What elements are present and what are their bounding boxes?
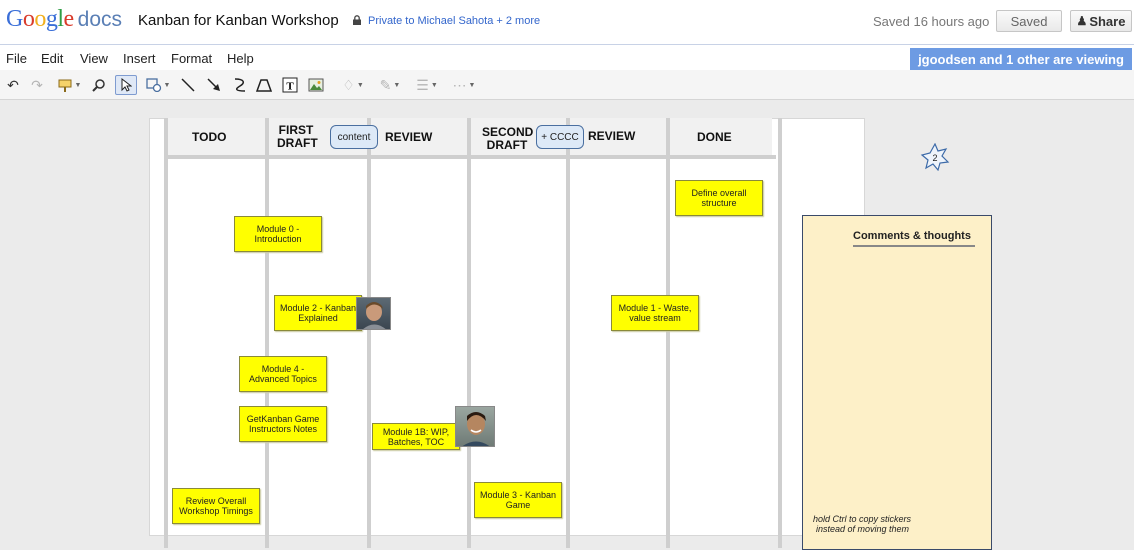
menu-help[interactable]: Help xyxy=(227,51,254,66)
column-header-line: DRAFT xyxy=(486,138,528,152)
zoom-icon[interactable] xyxy=(90,75,108,95)
sticky-note[interactable]: Module 2 - Kanban Explained xyxy=(274,295,362,331)
share-button-label: Share xyxy=(1089,13,1126,29)
column-header-review[interactable]: REVIEW xyxy=(385,131,432,144)
comments-title: Comments & thoughts xyxy=(853,230,971,242)
column-divider[interactable] xyxy=(164,118,168,548)
person-icon: ♟ xyxy=(1076,14,1088,28)
lock-icon xyxy=(353,15,361,25)
sticky-note[interactable]: Module 3 - Kanban Game xyxy=(474,482,562,518)
svg-text:T: T xyxy=(286,81,294,93)
column-header-second-draft[interactable]: SECOND DRAFT xyxy=(482,126,533,152)
sticky-note[interactable]: Module 0 - Introduction xyxy=(234,216,322,252)
column-divider[interactable] xyxy=(265,118,269,548)
star-badge-icon[interactable]: 2 xyxy=(920,143,950,171)
select-icon[interactable] xyxy=(115,75,137,95)
paint-format-icon[interactable]: ▼ xyxy=(54,75,84,95)
column-header-todo[interactable]: TODO xyxy=(192,131,226,144)
comments-panel[interactable]: Comments & thoughts hold Ctrl to copy st… xyxy=(802,215,992,550)
comments-hint: hold Ctrl to copy stickers instead of mo… xyxy=(813,514,911,534)
comments-divider xyxy=(853,245,975,247)
menu-format[interactable]: Format xyxy=(171,51,212,66)
sticky-note[interactable]: Review Overall Workshop Timings xyxy=(172,488,260,524)
column-divider[interactable] xyxy=(367,118,371,548)
column-header-first-draft[interactable]: FIRST DRAFT xyxy=(277,124,318,150)
polyline-icon[interactable] xyxy=(255,75,273,95)
avatar[interactable] xyxy=(356,297,391,330)
hint-line: hold Ctrl to copy stickers xyxy=(813,514,912,524)
sharing-status-link[interactable]: Private to Michael Sahota + 2 more xyxy=(368,15,540,27)
document-title[interactable]: Kanban for Kanban Workshop xyxy=(138,12,339,29)
column-divider[interactable] xyxy=(778,118,782,548)
text-box-icon[interactable]: T xyxy=(281,75,299,95)
sticky-note[interactable]: Define overall structure xyxy=(675,180,763,216)
cccc-chip[interactable]: + CCCC xyxy=(536,125,584,149)
menu-file[interactable]: File xyxy=(6,51,27,66)
sticky-note[interactable]: GetKanban Game Instructors Notes xyxy=(239,406,327,442)
shape-icon[interactable]: ▼ xyxy=(143,75,173,95)
redo-icon[interactable]: ↷ xyxy=(28,75,46,95)
menu-insert[interactable]: Insert xyxy=(123,51,156,66)
toolbar: ↶ ↷ ▼ ▼ T ♢ ▼ ✎ ▼ ☰ ▼ ⋯ ▼ xyxy=(0,70,1134,100)
sticky-note[interactable]: Module 4 - Advanced Topics xyxy=(239,356,327,392)
sticky-note[interactable]: Module 1 - Waste, value stream xyxy=(611,295,699,331)
saved-button[interactable]: Saved xyxy=(996,10,1062,32)
column-divider[interactable] xyxy=(566,118,570,548)
undo-icon[interactable]: ↶ xyxy=(4,75,22,95)
google-docs-logo[interactable]: Google docs xyxy=(6,6,122,33)
hint-line: instead of moving them xyxy=(816,524,910,534)
line-weight-icon[interactable]: ☰ ▼ xyxy=(412,75,442,95)
content-chip[interactable]: content xyxy=(330,125,378,149)
header-divider[interactable] xyxy=(164,155,776,159)
line-dash-icon[interactable]: ⋯ ▼ xyxy=(449,75,479,95)
save-status: Saved 16 hours ago xyxy=(873,14,990,29)
menu-view[interactable]: View xyxy=(80,51,108,66)
avatar[interactable] xyxy=(455,406,495,447)
image-icon[interactable] xyxy=(307,75,325,95)
line-icon[interactable] xyxy=(179,75,197,95)
google-wordmark: Google xyxy=(6,6,74,32)
line-color-icon[interactable]: ✎ ▼ xyxy=(376,75,404,95)
column-header-review-2[interactable]: REVIEW xyxy=(588,130,635,143)
collaborators-viewing-banner[interactable]: jgoodsen and 1 other are viewing xyxy=(910,48,1132,71)
arrow-icon[interactable] xyxy=(205,75,223,95)
curve-icon[interactable] xyxy=(231,75,249,95)
sticky-note[interactable]: Module 1B: WIP, Batches, TOC xyxy=(372,423,460,450)
fill-color-icon[interactable]: ♢ ▼ xyxy=(339,75,367,95)
star-badge-label: 2 xyxy=(932,153,937,163)
share-button[interactable]: ♟ Share xyxy=(1070,10,1132,32)
column-divider[interactable] xyxy=(666,118,670,548)
column-header-line: DRAFT xyxy=(277,136,318,150)
top-bar: Google docs Kanban for Kanban Workshop Pr… xyxy=(0,0,1134,44)
docs-wordmark: docs xyxy=(77,8,123,31)
column-divider[interactable] xyxy=(467,118,471,548)
menu-edit[interactable]: Edit xyxy=(41,51,63,66)
menu-bar: File Edit View Insert Format Help jgoods… xyxy=(0,44,1134,71)
column-header-done[interactable]: DONE xyxy=(697,131,732,144)
